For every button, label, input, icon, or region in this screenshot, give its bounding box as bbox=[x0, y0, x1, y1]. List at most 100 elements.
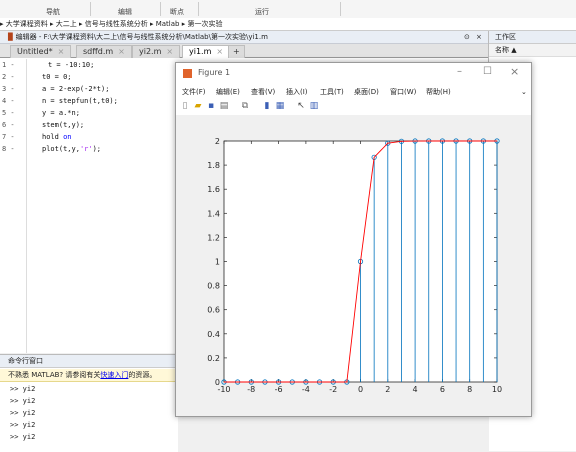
code-keyword: hold bbox=[42, 133, 59, 141]
figure-title: Figure 1 bbox=[198, 68, 231, 77]
code-keyword: on bbox=[63, 133, 72, 141]
code-line[interactable]: stem(t,y); bbox=[42, 121, 84, 129]
tab-untitled[interactable]: Untitled* × bbox=[10, 45, 72, 58]
line-number: 7 - bbox=[2, 133, 15, 141]
menu-desktop[interactable]: 桌面(D) bbox=[354, 85, 379, 99]
tab-label: yi1.m bbox=[189, 47, 212, 56]
tab-label: sdffd.m bbox=[83, 47, 114, 56]
figure-toolbar: ▯ ▰ ▪ ▤ ⧉ ▮ ▦ ↖ ▥ bbox=[176, 99, 531, 116]
toolstrip-group-run: 运行 bbox=[255, 8, 269, 16]
y-tick-label: 1.6 bbox=[207, 185, 220, 194]
panel-menu-icon[interactable]: ⊙ bbox=[464, 31, 470, 43]
toolstrip-group-breakpoints: 断点 bbox=[170, 8, 184, 16]
tab-label: yi2.m bbox=[139, 47, 162, 56]
x-tick-label: 8 bbox=[467, 385, 472, 394]
figure-title-bar: Figure 1 – ☐ × bbox=[176, 63, 531, 85]
code-line[interactable]: a = 2-exp(-2*t); bbox=[42, 85, 109, 93]
menu-insert[interactable]: 插入(I) bbox=[286, 85, 308, 99]
line-number: 8 - bbox=[2, 145, 15, 153]
tab-yi1[interactable]: yi1.m × bbox=[182, 45, 231, 58]
plot-area[interactable]: -10 -8 -6 -4 -2 0 2 4 6 8 1000.20.40.60.811.21.41.… bbox=[176, 115, 531, 415]
tab-label: Untitled* bbox=[17, 47, 53, 56]
close-icon[interactable]: × bbox=[476, 31, 482, 43]
editor-title-bar: ▉ 编辑器 - F:\大学课程资料\大二上\信号与线性系统分析\Matlab\第… bbox=[0, 31, 488, 44]
data-cursor-icon[interactable]: ⧉ bbox=[240, 101, 250, 111]
breadcrumb: ▸ 大学课程资料 ▸ 大二上 ▸ 信号与线性系统分析 ▸ Matlab ▸ 第一… bbox=[0, 20, 222, 28]
print-icon[interactable]: ▤ bbox=[219, 101, 229, 111]
y-tick-label: 2 bbox=[215, 137, 220, 146]
property-inspector-icon[interactable]: ▥ bbox=[309, 101, 319, 111]
quick-start-link[interactable]: 快速入门 bbox=[100, 371, 128, 379]
x-tick-label: -8 bbox=[247, 385, 255, 394]
code-line[interactable]: n = stepfun(t,t0); bbox=[42, 97, 118, 105]
y-tick-label: 1.4 bbox=[207, 209, 220, 218]
tab-sdffd[interactable]: sdffd.m × bbox=[76, 45, 132, 58]
close-icon[interactable]: × bbox=[118, 47, 125, 56]
code-line[interactable]: t = -10:10; bbox=[48, 61, 94, 69]
close-icon[interactable]: × bbox=[510, 65, 519, 78]
figure-window[interactable]: Figure 1 – ☐ × 文件(F) 编辑(E) 查看(V) 插入(I) 工… bbox=[175, 62, 532, 417]
editor-tabs: Untitled* × sdffd.m × yi2.m × yi1.m × + bbox=[0, 44, 488, 58]
menu-window[interactable]: 窗口(W) bbox=[390, 85, 416, 99]
x-tick-label: 6 bbox=[440, 385, 445, 394]
menu-tools[interactable]: 工具(T) bbox=[320, 85, 344, 99]
toolstrip: 导航 编辑 断点 运行 bbox=[0, 0, 576, 19]
toolstrip-divider bbox=[90, 2, 91, 16]
close-icon[interactable]: × bbox=[58, 47, 65, 56]
line-number: 1 - bbox=[2, 61, 15, 69]
new-figure-icon[interactable]: ▯ bbox=[180, 101, 190, 111]
colorbar-icon[interactable]: ▮ bbox=[262, 101, 272, 111]
code-line[interactable]: y = a.*n; bbox=[42, 109, 80, 117]
x-tick-label: -4 bbox=[302, 385, 310, 394]
code-text: plot(t,y, bbox=[42, 145, 80, 153]
pointer-icon[interactable]: ↖ bbox=[296, 101, 306, 111]
breadcrumb-item[interactable]: 第一次实验 bbox=[187, 20, 222, 28]
workspace-name-column-header[interactable]: 名称 ▲ bbox=[489, 44, 576, 57]
y-tick-label: 1.8 bbox=[207, 161, 220, 170]
legend-icon[interactable]: ▦ bbox=[275, 101, 285, 111]
command-window-title: 命令行窗口 bbox=[8, 357, 43, 365]
x-tick-label: 4 bbox=[413, 385, 418, 394]
close-icon[interactable]: × bbox=[166, 47, 173, 56]
menu-file[interactable]: 文件(F) bbox=[182, 85, 206, 99]
save-icon[interactable]: ▪ bbox=[206, 101, 216, 111]
line-number: 2 - bbox=[2, 73, 15, 81]
command-window-title-bar: 命令行窗口 bbox=[0, 355, 178, 368]
y-tick-label: 1 bbox=[215, 258, 220, 267]
toolstrip-divider bbox=[160, 2, 161, 16]
menu-edit[interactable]: 编辑(E) bbox=[216, 85, 240, 99]
editor-icon: ▉ bbox=[8, 33, 14, 41]
line-number: 3 - bbox=[2, 85, 15, 93]
tab-yi2[interactable]: yi2.m × bbox=[132, 45, 181, 58]
code-line[interactable]: t0 = 0; bbox=[42, 73, 72, 81]
x-tick-label: 2 bbox=[385, 385, 390, 394]
breadcrumb-item[interactable]: 大二上 bbox=[56, 20, 77, 28]
toolstrip-group-edit: 编辑 bbox=[118, 8, 132, 16]
address-bar[interactable]: ▸ 大学课程资料 ▸ 大二上 ▸ 信号与线性系统分析 ▸ Matlab ▸ 第一… bbox=[0, 18, 576, 31]
code-line[interactable]: hold on bbox=[42, 133, 72, 141]
add-tab-button[interactable]: + bbox=[228, 45, 245, 58]
editor-title: 编辑器 - F:\大学课程资料\大二上\信号与线性系统分析\Matlab\第一次… bbox=[15, 33, 268, 41]
code-string: 'r' bbox=[79, 145, 93, 153]
x-tick-label: 10 bbox=[492, 385, 502, 394]
workspace-title-bar: 工作区 bbox=[489, 31, 576, 44]
close-icon[interactable]: × bbox=[216, 47, 223, 56]
line-number: 4 - bbox=[2, 97, 15, 105]
line-number: 5 - bbox=[2, 109, 15, 117]
breadcrumb-item[interactable]: Matlab bbox=[156, 20, 180, 28]
toolstrip-divider bbox=[340, 2, 341, 16]
breadcrumb-item[interactable]: 大学课程资料 bbox=[6, 20, 48, 28]
menu-view[interactable]: 查看(V) bbox=[251, 85, 275, 99]
open-file-icon[interactable]: ▰ bbox=[193, 101, 203, 111]
x-tick-label: -6 bbox=[275, 385, 283, 394]
breadcrumb-item[interactable]: 信号与线性系统分析 bbox=[85, 20, 148, 28]
x-tick-label: -2 bbox=[329, 385, 337, 394]
y-tick-label: 0 bbox=[215, 378, 220, 387]
maximize-icon[interactable]: ☐ bbox=[483, 66, 492, 77]
code-line[interactable]: plot(t,y,'r'); bbox=[42, 145, 101, 153]
menu-overflow-icon[interactable]: ⌄ bbox=[521, 85, 527, 99]
command-window-hint: 不熟悉 MATLAB? 请参阅有关快速入门的资源。 bbox=[0, 369, 178, 382]
minimize-icon[interactable]: – bbox=[457, 66, 462, 77]
code-text: ); bbox=[92, 145, 102, 153]
menu-help[interactable]: 帮助(H) bbox=[426, 85, 451, 99]
